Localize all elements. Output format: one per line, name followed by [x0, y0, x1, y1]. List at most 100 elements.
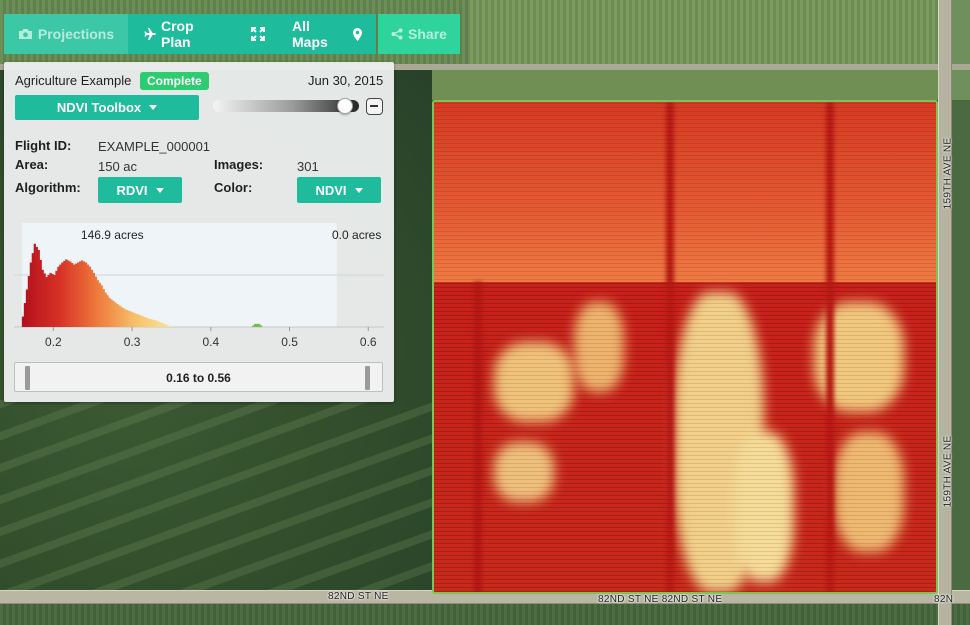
- histogram-bar: [88, 266, 92, 327]
- caret-down-icon: [149, 105, 158, 110]
- histogram-bar: [80, 260, 84, 327]
- histogram-bar: [35, 246, 38, 327]
- histogram-bar: [45, 277, 48, 327]
- histogram-bar: [124, 309, 127, 327]
- histogram-bar: [147, 318, 151, 327]
- histogram-bar: [31, 253, 34, 327]
- expand-icon: [251, 27, 265, 41]
- histogram-bar: [145, 317, 149, 327]
- caret-down-icon: [354, 187, 363, 193]
- crop-plan-button[interactable]: Crop Plan: [128, 14, 238, 54]
- histogram-bar: [256, 323, 259, 327]
- histogram-bar: [118, 305, 121, 327]
- histogram-bar: [116, 304, 119, 327]
- projections-button[interactable]: Projections: [4, 14, 128, 54]
- road-159th-ave: [938, 0, 952, 625]
- flight-id-label: Flight ID:: [15, 138, 72, 153]
- histogram-bar: [71, 263, 74, 327]
- all-maps-button[interactable]: All Maps: [278, 14, 376, 54]
- x-tick-label: 0.3: [124, 335, 141, 349]
- histogram-bar: [134, 313, 137, 327]
- road-label-159th-bottom: 159TH AVE NE: [942, 435, 954, 508]
- histogram-bar: [254, 323, 257, 327]
- ndvi-histogram[interactable]: 146.9 acres 0.0 acres 0.2 0.3 0.4 0.5 0.6: [14, 217, 384, 357]
- ndvi-overlay[interactable]: [432, 100, 938, 594]
- histogram-bar: [260, 325, 263, 327]
- field-north-right: [952, 0, 970, 100]
- fullscreen-button[interactable]: [238, 14, 278, 54]
- airplane-icon: [142, 27, 156, 41]
- histogram-bar: [163, 323, 166, 327]
- color-label: Color:: [214, 180, 253, 195]
- histogram-bar: [94, 276, 97, 327]
- histogram-bar: [143, 317, 147, 327]
- histogram-bar: [104, 292, 107, 327]
- color-value: NDVI: [315, 182, 347, 198]
- histogram-bar: [165, 324, 168, 327]
- top-toolbar: Projections Crop Plan All Maps Share: [4, 14, 460, 54]
- images-value: 301: [297, 159, 319, 174]
- area-label: Area:: [15, 157, 49, 172]
- opacity-slider-handle[interactable]: [336, 98, 353, 114]
- histogram-bar: [258, 323, 261, 327]
- outside-acres-label: 0.0 acres: [332, 228, 381, 242]
- field-south: [0, 604, 970, 625]
- map-marker-icon: [353, 27, 362, 41]
- flight-id-value: EXAMPLE_000001: [98, 139, 211, 154]
- range-value-label: 0.16 to 0.56: [166, 371, 231, 385]
- histogram-bar: [157, 321, 160, 327]
- histogram-bar: [84, 262, 88, 327]
- ndvi-range-slider[interactable]: 0.16 to 0.56: [14, 362, 383, 392]
- selected-acres-label: 146.9 acres: [81, 228, 144, 242]
- histogram-bar: [65, 259, 68, 327]
- histogram-bar: [73, 264, 76, 327]
- histogram-bar: [82, 261, 86, 327]
- histogram-bar: [106, 295, 109, 327]
- algorithm-dropdown[interactable]: RDVI: [98, 177, 182, 203]
- field-east: [952, 100, 970, 590]
- histogram-bar: [51, 273, 54, 327]
- x-tick-label: 0.2: [45, 335, 62, 349]
- road-label-82nd-center: 82ND ST NE 82ND ST NE: [598, 594, 723, 605]
- share-label: Share: [408, 26, 447, 42]
- histogram-bar: [167, 325, 170, 327]
- status-badge: Complete: [140, 72, 209, 90]
- histogram-bar: [136, 314, 139, 327]
- collapse-panel-button[interactable]: [366, 98, 383, 115]
- histogram-bar: [100, 285, 103, 327]
- histogram-bar: [110, 299, 113, 327]
- ndvi-panel: Agriculture Example Complete Jun 30, 201…: [4, 62, 394, 402]
- histogram-bar: [55, 270, 58, 327]
- histogram-bar: [139, 315, 143, 327]
- histogram-bar: [27, 276, 31, 327]
- crop-plan-label: Crop Plan: [161, 18, 194, 50]
- ndvi-toolbox-dropdown[interactable]: NDVI Toolbox: [15, 95, 199, 120]
- histogram-bar: [98, 282, 101, 327]
- histogram-bar: [126, 310, 129, 327]
- histogram-bar: [132, 312, 135, 327]
- share-button[interactable]: Share: [378, 14, 460, 54]
- road-label-82nd-left: 82ND ST NE: [328, 591, 389, 602]
- histogram-bar: [41, 269, 44, 327]
- algorithm-value: RDVI: [116, 182, 148, 198]
- histogram-bar: [169, 326, 172, 327]
- histogram-bar: [75, 263, 78, 327]
- ndvi-toolbox-label: NDVI Toolbox: [56, 100, 142, 115]
- histogram-bar: [33, 243, 36, 327]
- projections-label: Projections: [37, 26, 115, 42]
- share-icon: [391, 28, 403, 40]
- road-label-82nd-right: 82N: [934, 594, 954, 605]
- camera-icon: [18, 28, 33, 40]
- histogram-bar: [69, 261, 72, 327]
- color-dropdown[interactable]: NDVI: [297, 177, 381, 203]
- histogram-bar: [141, 316, 145, 327]
- histogram-bar: [130, 311, 133, 327]
- histogram-bar: [155, 320, 158, 327]
- histogram-bar: [78, 261, 82, 327]
- histogram-bar: [47, 275, 50, 327]
- histogram-bar: [153, 320, 156, 327]
- road-label-159th-top: 159TH AVE NE: [942, 137, 954, 210]
- x-tick-label: 0.4: [202, 335, 219, 349]
- histogram-bar: [61, 262, 64, 327]
- histogram-bar: [92, 272, 95, 327]
